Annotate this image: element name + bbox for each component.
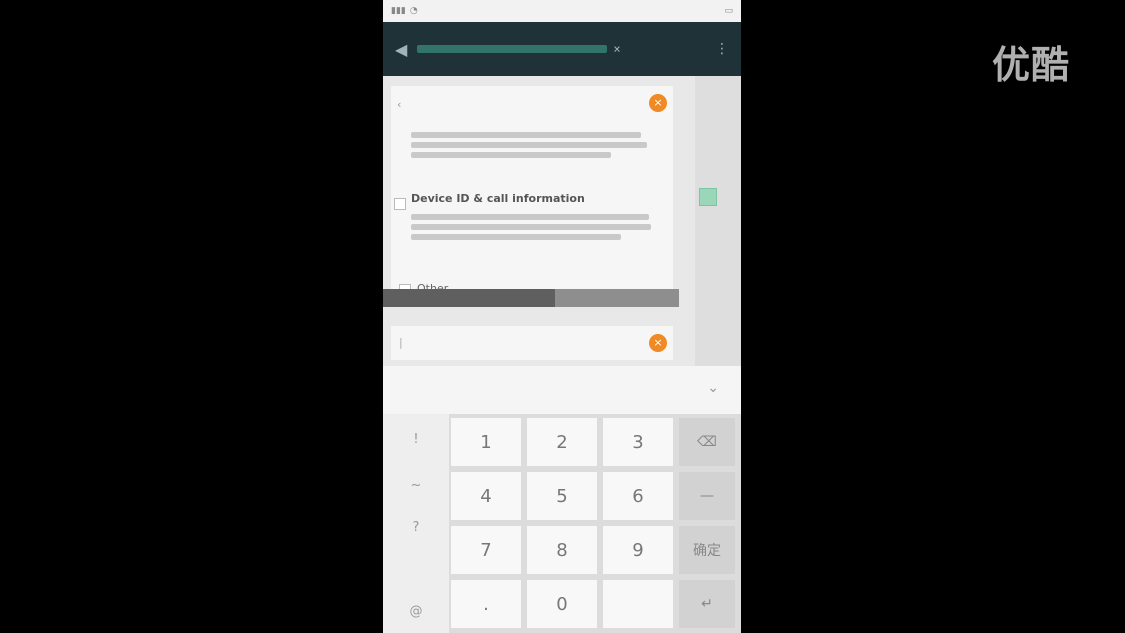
section-title: Device ID & call information [411, 192, 585, 205]
symbol-column: ! ~ ? @ [383, 414, 449, 633]
phone-screen: ▮▮▮ ◔ ▭ ◀ × ⋮ ‹ × Device ID & call infor… [383, 0, 741, 633]
app-bar: ◀ × ⋮ [383, 22, 741, 76]
text-cursor: | [399, 336, 403, 349]
permissions-card: ‹ × Device ID & call information Other [391, 86, 673, 296]
back-icon[interactable]: ◀ [395, 40, 407, 59]
url-text-placeholder [417, 45, 608, 53]
key-7[interactable]: 7 [451, 526, 521, 574]
chevron-icon[interactable]: ‹ [397, 98, 401, 111]
key-4[interactable]: 4 [451, 472, 521, 520]
install-progress-fill [383, 289, 555, 307]
youku-watermark: 优酷 [992, 43, 1071, 87]
numeric-keyboard: ! ~ ? @ 1 2 3 ⌫ 4 5 6 — 7 8 9 确定 . 0 ↵ [383, 414, 741, 633]
green-indicator [699, 188, 717, 206]
key-8[interactable]: 8 [527, 526, 597, 574]
key-2[interactable]: 2 [527, 418, 597, 466]
key-dot[interactable]: . [451, 580, 521, 628]
key-0[interactable]: 0 [527, 580, 597, 628]
enter-key[interactable]: ↵ [679, 580, 735, 628]
wifi-icon: ◔ [409, 6, 418, 16]
scroll-track[interactable] [695, 76, 741, 366]
key-9[interactable]: 9 [603, 526, 673, 574]
keyboard-toolbar: ⌄ [383, 366, 741, 414]
input-field[interactable]: | × [391, 326, 673, 360]
key-1[interactable]: 1 [451, 418, 521, 466]
install-progress [383, 289, 679, 307]
symbol-key[interactable]: ? [383, 520, 449, 535]
permission-description [411, 128, 651, 162]
key-3[interactable]: 3 [603, 418, 673, 466]
symbol-key[interactable]: @ [383, 604, 449, 619]
backspace-key[interactable]: ⌫ [679, 418, 735, 466]
clear-input-icon[interactable]: × [649, 334, 667, 352]
close-icon[interactable]: × [613, 42, 620, 56]
url-bar[interactable]: × [417, 36, 705, 62]
confirm-key[interactable]: 确定 [679, 526, 735, 574]
cancel-icon[interactable]: × [649, 94, 667, 112]
symbol-key[interactable]: ! [383, 432, 449, 447]
more-icon[interactable]: ⋮ [715, 41, 729, 57]
dash-key[interactable]: — [679, 472, 735, 520]
key-5[interactable]: 5 [527, 472, 597, 520]
key-6[interactable]: 6 [603, 472, 673, 520]
key-blank[interactable] [603, 580, 673, 628]
battery-icon: ▭ [724, 6, 733, 16]
symbol-key[interactable]: ~ [383, 478, 449, 493]
status-bar: ▮▮▮ ◔ ▭ [383, 0, 741, 22]
keyboard-hide-icon[interactable]: ⌄ [707, 380, 719, 396]
device-id-checkbox[interactable] [394, 198, 406, 210]
signal-icon: ▮▮▮ [391, 6, 406, 16]
device-id-description [411, 210, 651, 244]
main-content: ‹ × Device ID & call information Other | [383, 76, 741, 366]
